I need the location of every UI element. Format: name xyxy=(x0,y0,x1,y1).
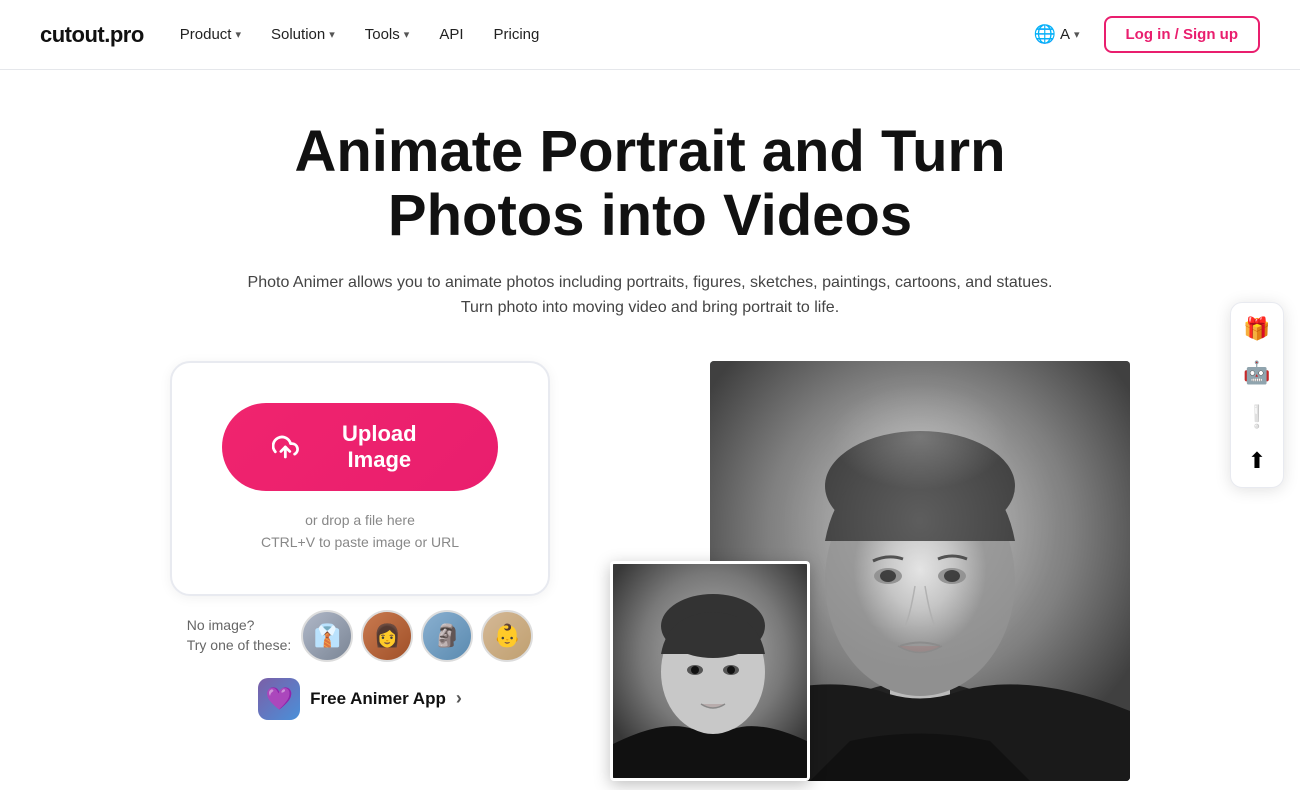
sample-thumb-2[interactable]: 👩 xyxy=(361,610,413,662)
chevron-down-icon: ▾ xyxy=(235,28,241,41)
main-content: Animate Portrait and Turn Photos into Vi… xyxy=(0,70,1300,781)
nav-product-label: Product xyxy=(180,26,232,43)
sample-thumb-4[interactable]: 👶 xyxy=(481,610,533,662)
app-icon: 💜 xyxy=(258,678,300,720)
upload-image-button[interactable]: Upload Image xyxy=(222,403,498,491)
hero-title: Animate Portrait and Turn Photos into Vi… xyxy=(200,120,1100,248)
lang-label: A xyxy=(1060,26,1070,43)
nav-item-api[interactable]: API xyxy=(439,26,463,43)
upload-section: Upload Image or drop a file here CTRL+V … xyxy=(170,361,550,720)
content-row: Upload Image or drop a file here CTRL+V … xyxy=(0,361,1300,781)
nav-tools-label: Tools xyxy=(365,26,400,43)
side-panel: 🎁 🤖 ❕ ⬆ xyxy=(1230,302,1284,488)
drop-text: or drop a file here CTRL+V to paste imag… xyxy=(261,509,459,554)
robot-button[interactable]: 🤖 xyxy=(1235,351,1279,395)
alert-button[interactable]: ❕ xyxy=(1235,395,1279,439)
arrow-right-icon: › xyxy=(456,688,462,709)
chevron-down-icon: ▾ xyxy=(404,28,410,41)
language-button[interactable]: 🌐 A ▾ xyxy=(1026,20,1088,49)
upload-box: Upload Image or drop a file here CTRL+V … xyxy=(170,361,550,596)
upload-top-button[interactable]: ⬆ xyxy=(1235,439,1279,483)
navbar: cutout.pro Product ▾ Solution ▾ Tools ▾ … xyxy=(0,0,1300,70)
hero-subtitle: Photo Animer allows you to animate photo… xyxy=(240,270,1060,321)
gift-button[interactable]: 🎁 xyxy=(1235,307,1279,351)
small-portrait-svg xyxy=(613,564,810,781)
chevron-down-icon: ▾ xyxy=(329,28,335,41)
login-signup-button[interactable]: Log in / Sign up xyxy=(1104,16,1260,53)
nav-item-solution[interactable]: Solution ▾ xyxy=(271,26,335,43)
free-animer-app-button[interactable]: 💜 Free Animer App › xyxy=(258,678,462,720)
navbar-left: cutout.pro Product ▾ Solution ▾ Tools ▾ … xyxy=(40,22,539,48)
nav-items: Product ▾ Solution ▾ Tools ▾ API Pricing xyxy=(180,26,540,43)
sample-thumb-1[interactable]: 👔 xyxy=(301,610,353,662)
nav-api-label: API xyxy=(439,26,463,43)
sample-label: No image? Try one of these: xyxy=(187,616,292,655)
upload-arrow-icon xyxy=(272,433,299,461)
small-portrait-photo xyxy=(610,561,810,781)
sample-thumb-3[interactable]: 🗿 xyxy=(421,610,473,662)
sample-thumbnails: 👔 👩 🗿 👶 xyxy=(301,610,533,662)
navbar-right: 🌐 A ▾ Log in / Sign up xyxy=(1026,16,1260,53)
drop-line1: or drop a file here xyxy=(261,509,459,531)
nav-item-pricing[interactable]: Pricing xyxy=(494,26,540,43)
logo[interactable]: cutout.pro xyxy=(40,22,144,48)
nav-item-product[interactable]: Product ▾ xyxy=(180,26,241,43)
try-these-label: Try one of these: xyxy=(187,636,292,656)
translate-icon: 🌐 xyxy=(1034,24,1056,45)
sample-images-row: No image? Try one of these: 👔 👩 🗿 👶 xyxy=(187,610,534,662)
nav-pricing-label: Pricing xyxy=(494,26,540,43)
no-image-label: No image? xyxy=(187,616,292,636)
photo-area xyxy=(610,361,1130,781)
upload-button-label: Upload Image xyxy=(311,421,448,473)
nav-solution-label: Solution xyxy=(271,26,325,43)
drop-line2: CTRL+V to paste image or URL xyxy=(261,531,459,553)
app-btn-label: Free Animer App xyxy=(310,689,446,709)
chevron-down-icon: ▾ xyxy=(1074,28,1080,41)
nav-item-tools[interactable]: Tools ▾ xyxy=(365,26,410,43)
